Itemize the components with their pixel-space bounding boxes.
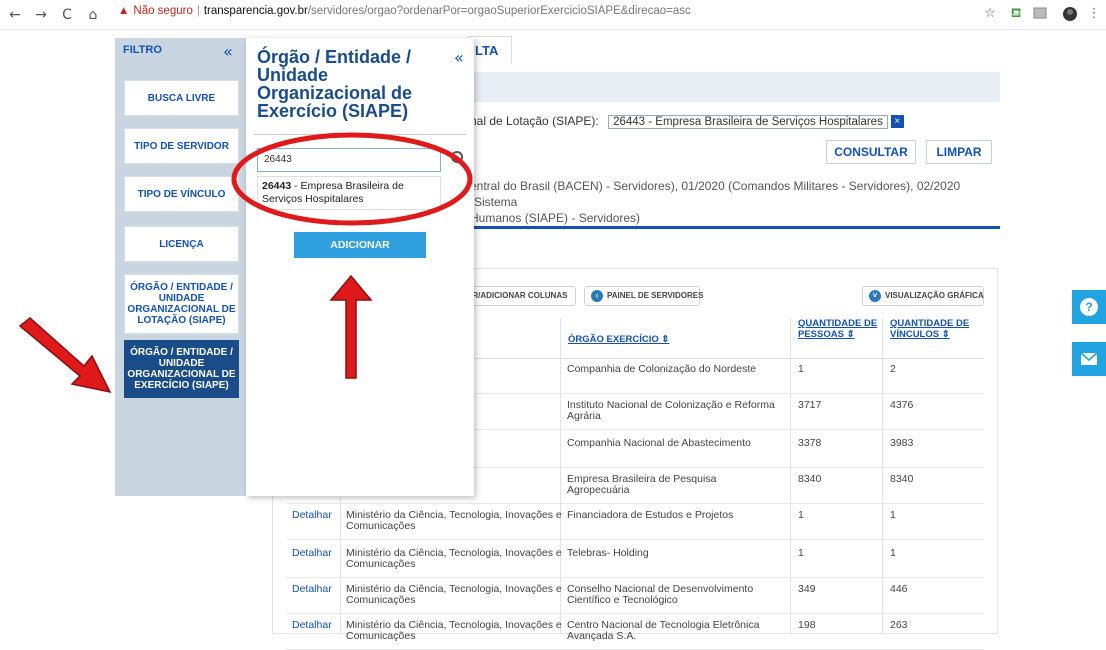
- cell-qtd-vinculos: 4376: [890, 399, 914, 411]
- detalhar-link[interactable]: Detalhar: [292, 548, 332, 559]
- adicionar-button[interactable]: ADICIONAR: [294, 232, 426, 258]
- table-row: Detalhar Ministério da Ciência, Tecnologi…: [286, 502, 984, 540]
- cell-qtd-vinculos: 446: [890, 583, 908, 595]
- cell-orgao-exercicio: Companhia de Colonização do Nordeste: [567, 363, 757, 375]
- active-filter: nal de Lotação (SIAPE): 26443 - Empresa …: [470, 114, 904, 129]
- remove-filter-icon[interactable]: ×: [890, 115, 904, 129]
- not-secure-label: Não seguro: [133, 5, 193, 17]
- cell-qtd-pessoas: 1: [798, 363, 804, 375]
- help-icon: ?: [1080, 298, 1098, 316]
- cell-qtd-pessoas: 1: [798, 547, 804, 559]
- back-icon[interactable]: ←: [6, 6, 24, 24]
- sidebar-item-tipo-servidor[interactable]: TIPO DE SERVIDOR: [124, 128, 239, 164]
- filter-sidebar: FILTRO « BUSCA LIVRE TIPO DE SERVIDOR TI…: [115, 38, 246, 496]
- detalhar-link[interactable]: Detalhar: [292, 620, 332, 631]
- search-input[interactable]: 26443: [257, 148, 441, 172]
- info-line-2: Humanos (SIAPE) - Servidores): [470, 211, 641, 225]
- cell-orgao-superior: Ministério da Ciência, Tecnologia, Inova…: [346, 547, 562, 570]
- consultar-button[interactable]: CONSULTAR: [826, 140, 916, 164]
- limpar-button[interactable]: LIMPAR: [926, 140, 992, 164]
- cell-orgao-superior: Ministério da Ciência, Tecnologia, Inova…: [346, 619, 562, 642]
- detalhar-link[interactable]: Detalhar: [292, 510, 332, 521]
- warning-icon: ▲: [118, 5, 130, 17]
- contact-button[interactable]: [1072, 342, 1106, 376]
- extension-icon[interactable]: ⛾: [1008, 6, 1024, 22]
- filter-chip: 26443 - Empresa Brasileira de Serviços H…: [608, 115, 888, 129]
- url-host: transparencia.gov.br: [203, 5, 308, 17]
- collapse-icon[interactable]: «: [223, 44, 233, 60]
- visualizacao-grafica-button[interactable]: ˅ VISUALIZAÇÃO GRÁFICA: [862, 286, 984, 306]
- suggestion-code: 26443: [262, 180, 292, 192]
- cell-qtd-vinculos: 2: [890, 363, 896, 375]
- cell-qtd-pessoas: 8340: [798, 473, 822, 485]
- cell-orgao-superior: Ministério da Ciência, Tecnologia, Inova…: [346, 583, 562, 606]
- cell-orgao-exercicio: Companhia Nacional de Abastecimento: [567, 437, 751, 449]
- section-divider: [470, 226, 1000, 229]
- mail-icon: [1080, 352, 1098, 365]
- cell-orgao-exercicio: Empresa Brasileira de Pesquisa Agropecuá…: [567, 473, 717, 496]
- sidebar-item-orgao-exercicio[interactable]: ÓRGÃO / ENTIDADE / UNIDADE ORGANIZACIONA…: [124, 340, 239, 398]
- header-qtd-vinculos-line2: VÍNCULOS ⇕: [890, 329, 950, 340]
- cell-orgao-exercicio: Centro Nacional de Tecnologia Eletrônica…: [567, 619, 760, 642]
- detalhar-link[interactable]: Detalhar: [292, 584, 332, 595]
- chevron-down-icon: ˅: [869, 289, 881, 302]
- cell-qtd-pessoas: 349: [798, 583, 816, 595]
- home-icon[interactable]: ⌂: [84, 6, 102, 24]
- painel-label: PAINEL DE SERVIDORES: [607, 291, 704, 300]
- sidebar-item-licenca[interactable]: LICENÇA: [124, 226, 239, 262]
- popup-divider: [254, 134, 466, 135]
- cell-qtd-pessoas: 3717: [798, 399, 822, 411]
- diagonal-arrow-annotation: [18, 317, 112, 394]
- cell-qtd-pessoas: 1: [798, 509, 804, 521]
- filter-popup: Órgão / Entidade / Unidade Organizaciona…: [246, 38, 474, 496]
- help-glyph: ?: [1085, 300, 1092, 314]
- painel-servidores-button[interactable]: ‹ PAINEL DE SERVIDORES: [584, 286, 704, 306]
- table-row: Detalhar Ministério da Ciência, Tecnologi…: [286, 576, 984, 614]
- sidebar-item-orgao-lotacao[interactable]: ÓRGÃO / ENTIDADE / UNIDADE ORGANIZACIONA…: [124, 274, 239, 334]
- cell-qtd-vinculos: 3983: [890, 437, 914, 449]
- address-bar[interactable]: ▲ Não seguro | transparencia.gov.br/servido…: [118, 5, 691, 17]
- extension-icon-2[interactable]: [1032, 6, 1048, 22]
- header-qtd-pessoas-line2: PESSOAS ⇕: [798, 329, 855, 340]
- cell-qtd-vinculos: 8340: [890, 473, 914, 485]
- autocomplete-suggestion[interactable]: 26443 - Empresa Brasileira de Serviços H…: [257, 176, 441, 210]
- chevron-left-icon: ‹: [591, 289, 603, 302]
- sidebar-item-tipo-vinculo[interactable]: TIPO DE VÍNCULO: [124, 176, 239, 212]
- cell-orgao-exercicio: Instituto Nacional de Colonização e Refo…: [567, 399, 775, 422]
- data-source-info: entral do Brasil (BACEN) - Servidores), …: [470, 178, 990, 226]
- url-path: /servidores/orgao?ordenarPor=orgaoSuperi…: [307, 5, 691, 17]
- cell-qtd-vinculos: 1: [890, 547, 896, 559]
- forward-icon[interactable]: →: [32, 6, 50, 24]
- cell-qtd-pessoas: 3378: [798, 437, 822, 449]
- browser-toolbar: ← → C ⌂ ▲ Não seguro | transparencia.gov.br…: [0, 0, 1106, 30]
- table-row: Detalhar Ministério da Ciência, Tecnologi…: [286, 540, 984, 578]
- menu-icon[interactable]: ⋮: [1086, 6, 1102, 22]
- profile-avatar[interactable]: [1062, 6, 1078, 22]
- header-qtd-pessoas[interactable]: QUANTIDADE DE PESSOAS ⇕: [798, 318, 877, 360]
- star-icon[interactable]: ☆: [982, 6, 998, 22]
- cell-orgao-exercicio: Conselho Nacional de Desenvolvimento Cie…: [567, 583, 754, 606]
- cell-orgao-exercicio: Financiadora de Estudos e Projetos: [567, 509, 734, 521]
- reload-icon[interactable]: C: [58, 6, 76, 24]
- header-qtd-vinculos[interactable]: QUANTIDADE DE VÍNCULOS ⇕: [890, 318, 969, 360]
- sidebar-item-busca-livre[interactable]: BUSCA LIVRE: [124, 80, 239, 116]
- filter-label: nal de Lotação (SIAPE):: [470, 114, 599, 128]
- visual-label: VISUALIZAÇÃO GRÁFICA: [885, 291, 984, 300]
- cell-qtd-pessoas: 198: [798, 619, 816, 631]
- search-icon[interactable]: [449, 149, 469, 169]
- tab-consulta[interactable]: LTA: [468, 36, 512, 64]
- help-button[interactable]: ?: [1072, 290, 1106, 324]
- cell-qtd-vinculos: 1: [890, 509, 896, 521]
- table-row: Detalhar Ministério da Ciência, Tecnologi…: [286, 612, 984, 650]
- filter-title: FILTRO: [123, 44, 162, 56]
- cell-orgao-exercicio: Telebras- Holding: [567, 547, 649, 559]
- header-qtd-vinculos-line1: QUANTIDADE DE: [890, 318, 970, 329]
- cell-orgao-superior: Ministério da Ciência, Tecnologia, Inova…: [346, 509, 562, 532]
- info-line-1: entral do Brasil (BACEN) - Servidores), …: [470, 179, 961, 209]
- popup-title: Órgão / Entidade / Unidade Organizaciona…: [257, 47, 413, 121]
- header-qtd-pessoas-line1: QUANTIDADE DE: [798, 318, 878, 329]
- cell-qtd-vinculos: 263: [890, 619, 908, 631]
- popup-collapse-icon[interactable]: «: [454, 50, 464, 66]
